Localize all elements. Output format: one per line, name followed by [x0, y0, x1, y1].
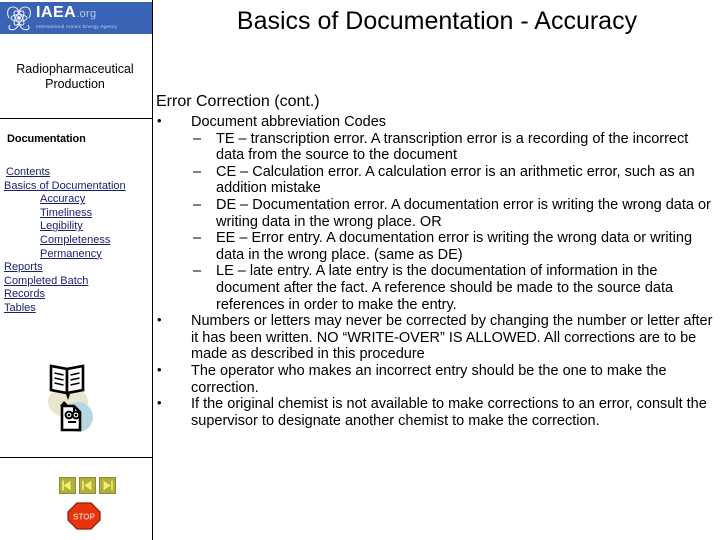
bullet-marker: –: [193, 196, 202, 213]
bullet-level-2: – TE – transcription error. A transcripti…: [153, 131, 720, 164]
bullet-text: If the original chemist is not available…: [191, 396, 707, 429]
bullet-text: CE – Calculation error. A calculation er…: [216, 163, 695, 197]
bullet-sublist: – TE – transcription error. A transcripti…: [153, 131, 720, 314]
sidebar-nav-link[interactable]: Completed Batch: [4, 275, 152, 289]
sidebar-nav-link[interactable]: Records: [4, 288, 152, 302]
first-slide-button[interactable]: [59, 477, 76, 494]
logo-subtitle-text: International Atomic Energy Agency: [36, 24, 118, 29]
sidebar-nav-link[interactable]: Basics of Documentation: [4, 180, 152, 194]
sidebar-nav-link[interactable]: Accuracy: [40, 193, 152, 207]
bullet-marker: •: [157, 312, 162, 328]
bullet-text: DE – Documentation error. A documentatio…: [216, 196, 711, 230]
sidebar-divider-top: [0, 118, 152, 119]
sidebar-nav-list: Contents Basics of Documentation Accuracy T…: [0, 166, 152, 316]
bullet-list: • Document abbreviation Codes – TE – transc…: [153, 113, 720, 429]
bullet-marker: –: [193, 163, 202, 180]
bullet-level-1: • The operator who makes an incorrect ent…: [153, 361, 720, 396]
sidebar-nav-link[interactable]: Permanency: [40, 248, 152, 262]
bullet-level-2: – LE – late entry. A late entry is the do…: [153, 263, 720, 313]
sidebar-nav-link[interactable]: Completeness: [40, 234, 152, 248]
iaea-wordmark: IAEA.org International Atomic Energy Age…: [36, 5, 150, 33]
bullet-marker: –: [193, 130, 202, 147]
slide-navigation-buttons: [59, 477, 119, 495]
bullet-level-2: – DE – Documentation error. A documentati…: [153, 197, 720, 230]
sidebar-nav-link[interactable]: Reports: [4, 261, 152, 275]
bullet-marker: •: [157, 361, 162, 377]
bullet-text: Document abbreviation Codes: [191, 114, 387, 130]
nav-section-heading: Documentation: [7, 133, 86, 145]
section-heading: Error Correction (cont.): [156, 93, 320, 110]
stop-label: STOP: [73, 513, 95, 522]
previous-slide-button[interactable]: [79, 477, 96, 494]
bullet-level-2: – CE – Calculation error. A calculation e…: [153, 164, 720, 197]
sidebar-nav-link[interactable]: Timeliness: [40, 207, 152, 221]
bullet-text: EE – Error entry. A documentation error …: [216, 230, 693, 263]
bullet-level-1: • Numbers or letters may never be correct…: [153, 312, 720, 363]
bullet-level-2: – EE – Error entry. A documentation error…: [153, 230, 720, 263]
next-slide-button[interactable]: [99, 477, 116, 494]
bullet-level-1: • If the original chemist is not availabl…: [153, 395, 720, 429]
sidebar-nav-link[interactable]: Tables: [4, 302, 152, 316]
sidebar-nav-link[interactable]: Legibility: [40, 220, 152, 234]
slide-content-area: Basics of Documentation - Accuracy Error…: [153, 0, 720, 540]
sidebar-divider-bottom: [0, 457, 152, 458]
open-book-to-document-icon: [42, 360, 98, 436]
bullet-text: LE – late entry. A late entry is the doc…: [216, 263, 674, 313]
logo-name-text: IAEA.org: [36, 4, 97, 21]
bullet-marker: •: [157, 395, 162, 411]
bullet-marker: –: [193, 263, 202, 280]
bullet-text: TE – transcription error. A transcriptio…: [216, 130, 689, 164]
page-title: Basics of Documentation - Accuracy: [236, 7, 638, 35]
bullet-marker: •: [157, 113, 162, 128]
bullet-marker: –: [193, 230, 202, 247]
course-title: Radiopharmaceutical Production: [16, 62, 134, 91]
bullet-level-1: • Document abbreviation Codes: [153, 113, 720, 131]
sidebar-nav-link[interactable]: Contents: [6, 166, 152, 180]
iaea-logo-banner[interactable]: IAEA.org International Atomic Energy Age…: [0, 2, 152, 34]
sidebar: IAEA.org International Atomic Energy Age…: [0, 0, 152, 540]
bullet-text: Numbers or letters may never be correcte…: [191, 313, 713, 363]
stop-button[interactable]: STOP: [66, 501, 102, 531]
logo-domain-text: .org: [76, 8, 97, 20]
bullet-text: The operator who makes an incorrect entr…: [191, 362, 667, 396]
iaea-atom-laurel-icon: [4, 3, 34, 33]
